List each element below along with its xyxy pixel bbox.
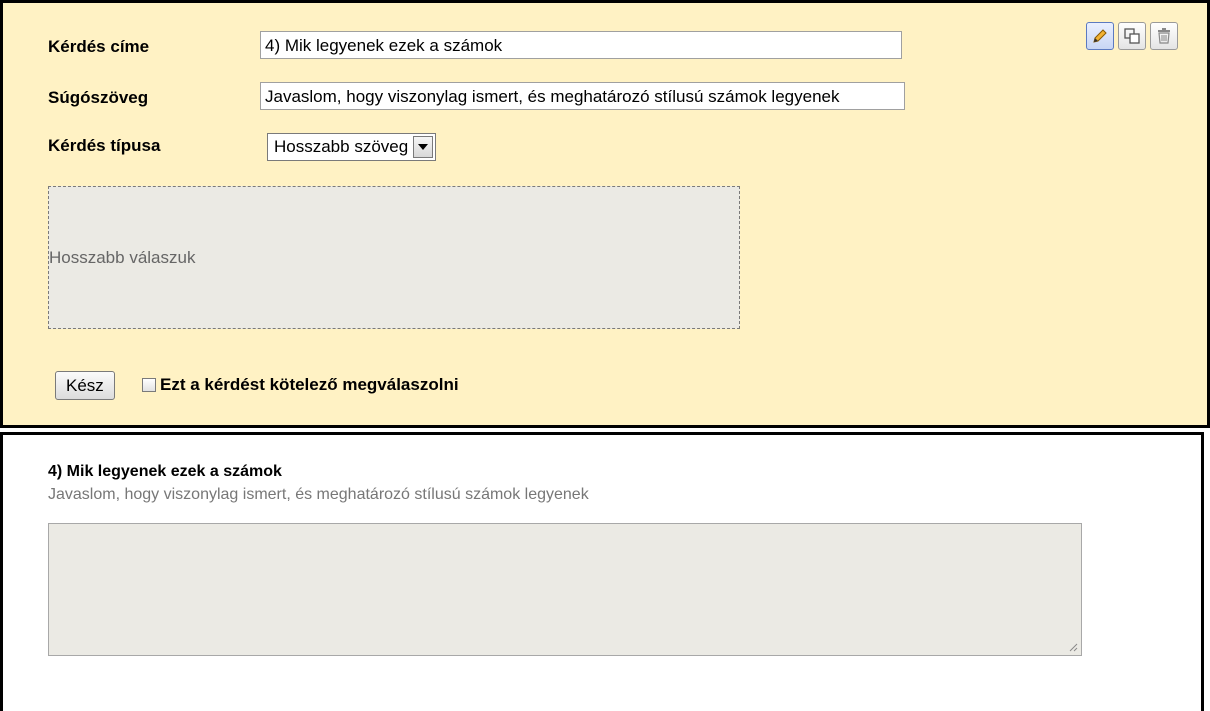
help-text-input[interactable]: Javaslom, hogy viszonylag ismert, és meg… bbox=[260, 82, 905, 110]
preview-help-text: Javaslom, hogy viszonylag ismert, és meg… bbox=[48, 486, 589, 503]
edit-button[interactable] bbox=[1086, 22, 1114, 50]
question-edit-panel: Kérdés címe 4) Mik legyenek ezek a számo… bbox=[0, 0, 1210, 428]
pencil-icon bbox=[1093, 29, 1107, 43]
question-type-label: Kérdés típusa bbox=[48, 136, 161, 155]
preview-answer-textarea[interactable] bbox=[48, 523, 1082, 656]
trash-icon bbox=[1158, 28, 1170, 44]
required-label: Ezt a kérdést kötelező megválaszolni bbox=[160, 375, 459, 394]
question-type-select[interactable]: Hosszabb szöveg bbox=[267, 133, 437, 161]
resize-grip-icon[interactable] bbox=[1068, 642, 1078, 652]
question-title-input[interactable]: 4) Mik legyenek ezek a számok bbox=[260, 31, 902, 59]
duplicate-button[interactable] bbox=[1118, 22, 1146, 50]
question-title-label: Kérdés címe bbox=[48, 37, 150, 56]
answer-preview-box: Hosszabb válaszuk bbox=[48, 186, 740, 329]
delete-button[interactable] bbox=[1150, 22, 1178, 50]
preview-question-title: 4) Mik legyenek ezek a számok bbox=[48, 463, 282, 480]
duplicate-icon bbox=[1124, 28, 1140, 44]
help-text-label: Súgószöveg bbox=[48, 88, 149, 107]
required-checkbox[interactable] bbox=[142, 378, 156, 392]
answer-placeholder: Hosszabb válaszuk bbox=[49, 247, 196, 267]
chevron-down-icon[interactable] bbox=[413, 136, 434, 158]
question-type-value: Hosszabb szöveg bbox=[274, 137, 409, 156]
done-button[interactable]: Kész bbox=[55, 371, 115, 400]
